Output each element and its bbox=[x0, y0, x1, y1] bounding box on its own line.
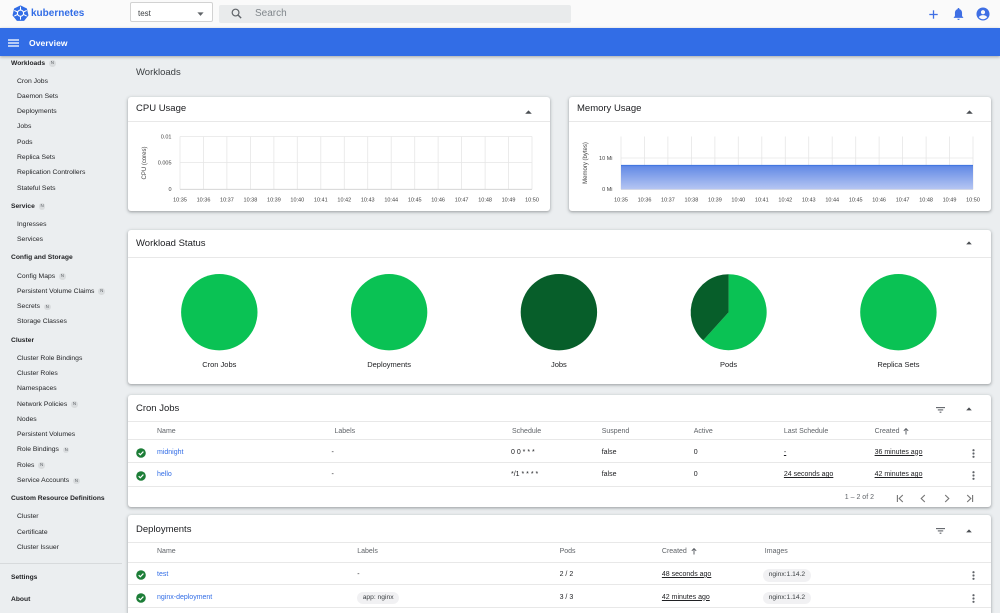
svg-text:10:37: 10:37 bbox=[661, 198, 675, 204]
svg-text:0 Mi: 0 Mi bbox=[602, 187, 612, 193]
svg-text:10:36: 10:36 bbox=[197, 198, 211, 204]
svg-text:10:39: 10:39 bbox=[267, 198, 281, 204]
svg-text:10:38: 10:38 bbox=[685, 198, 699, 204]
svg-text:10:47: 10:47 bbox=[896, 198, 910, 204]
svg-text:Memory (bytes): Memory (bytes) bbox=[583, 142, 589, 184]
svg-text:0: 0 bbox=[168, 187, 171, 193]
svg-text:10:46: 10:46 bbox=[431, 198, 445, 204]
svg-text:10:44: 10:44 bbox=[825, 198, 839, 204]
svg-text:10:46: 10:46 bbox=[872, 198, 886, 204]
svg-text:10:45: 10:45 bbox=[849, 198, 863, 204]
svg-text:Pods: Pods bbox=[720, 360, 737, 369]
svg-text:10:48: 10:48 bbox=[478, 198, 492, 204]
svg-text:10:49: 10:49 bbox=[943, 198, 957, 204]
svg-text:10:39: 10:39 bbox=[708, 198, 722, 204]
svg-text:10:47: 10:47 bbox=[455, 198, 469, 204]
svg-text:10:40: 10:40 bbox=[290, 198, 304, 204]
svg-text:0.01: 0.01 bbox=[161, 134, 172, 140]
svg-text:10:36: 10:36 bbox=[638, 198, 652, 204]
svg-text:10:35: 10:35 bbox=[173, 198, 187, 204]
svg-text:10:41: 10:41 bbox=[314, 198, 328, 204]
svg-text:Replica Sets: Replica Sets bbox=[877, 360, 919, 369]
svg-text:10 Mi: 10 Mi bbox=[599, 156, 612, 162]
svg-text:10:42: 10:42 bbox=[337, 198, 351, 204]
svg-text:10:35: 10:35 bbox=[614, 198, 628, 204]
svg-text:10:37: 10:37 bbox=[220, 198, 234, 204]
svg-text:10:43: 10:43 bbox=[802, 198, 816, 204]
svg-text:Cron Jobs: Cron Jobs bbox=[202, 360, 236, 369]
svg-text:10:50: 10:50 bbox=[525, 198, 539, 204]
svg-text:10:49: 10:49 bbox=[502, 198, 516, 204]
svg-text:10:38: 10:38 bbox=[244, 198, 258, 204]
svg-text:Jobs: Jobs bbox=[551, 360, 567, 369]
svg-text:10:41: 10:41 bbox=[755, 198, 769, 204]
svg-text:10:45: 10:45 bbox=[408, 198, 422, 204]
svg-text:10:50: 10:50 bbox=[966, 198, 980, 204]
svg-text:10:48: 10:48 bbox=[919, 198, 933, 204]
svg-text:10:43: 10:43 bbox=[361, 198, 375, 204]
svg-text:CPU (cores): CPU (cores) bbox=[142, 146, 148, 179]
svg-text:10:40: 10:40 bbox=[731, 198, 745, 204]
svg-text:10:44: 10:44 bbox=[384, 198, 398, 204]
svg-text:Deployments: Deployments bbox=[367, 360, 411, 369]
svg-text:0.005: 0.005 bbox=[158, 160, 172, 166]
svg-text:10:42: 10:42 bbox=[778, 198, 792, 204]
